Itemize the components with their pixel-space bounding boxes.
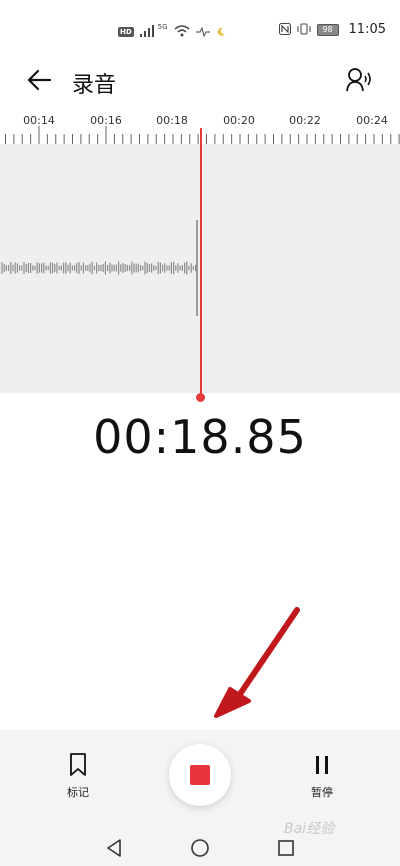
recorder-screen: HD 5G 98 11:05 录音 00:14 00:16 00:18 00:2… (0, 0, 400, 866)
vibrate-icon (297, 20, 311, 39)
circle-home-icon (191, 839, 209, 857)
back-button[interactable] (24, 64, 56, 96)
status-time: 11:05 (348, 22, 386, 37)
status-left: HD 5G (118, 22, 226, 41)
pause-icon (316, 756, 328, 774)
stop-button[interactable] (169, 744, 231, 806)
page-title: 录音 (72, 73, 117, 98)
nfc-icon (278, 20, 291, 39)
square-recents-icon (278, 840, 294, 856)
nav-recents-button[interactable] (272, 834, 300, 862)
hd-badge: HD (118, 26, 134, 37)
pause-label: 暂停 (311, 786, 333, 799)
battery-level: 98 (322, 24, 333, 34)
voice-settings-button[interactable] (344, 64, 376, 96)
voice-person-icon (346, 68, 371, 92)
status-right: 98 11:05 (278, 20, 386, 39)
playhead-line[interactable] (200, 128, 202, 398)
battery-icon: 98 (316, 23, 339, 36)
triangle-back-icon (107, 839, 121, 857)
bookmark-icon (70, 753, 86, 776)
app-header: 录音 (0, 60, 400, 100)
nav-home-button[interactable] (186, 834, 214, 862)
signal-icon (139, 22, 158, 41)
mark-label: 标记 (67, 786, 89, 799)
arrow-left-icon (27, 69, 52, 91)
pause-button[interactable]: 暂停 (292, 752, 352, 800)
wifi-icon (174, 22, 190, 41)
moon-icon (216, 22, 226, 41)
recording-controls: 标记 暂停 (0, 730, 400, 830)
stop-icon (190, 765, 210, 785)
nav-back-button[interactable] (100, 834, 128, 862)
system-nav-bar (0, 830, 400, 866)
activity-icon (195, 22, 210, 41)
elapsed-time: 00:18.85 (93, 410, 307, 464)
watermark: Bai经验 (284, 821, 335, 837)
playhead-handle[interactable] (196, 393, 205, 402)
signal-label: 5G (157, 22, 168, 31)
status-bar: HD 5G 98 11:05 (0, 0, 400, 56)
mark-button[interactable]: 标记 (48, 752, 108, 800)
